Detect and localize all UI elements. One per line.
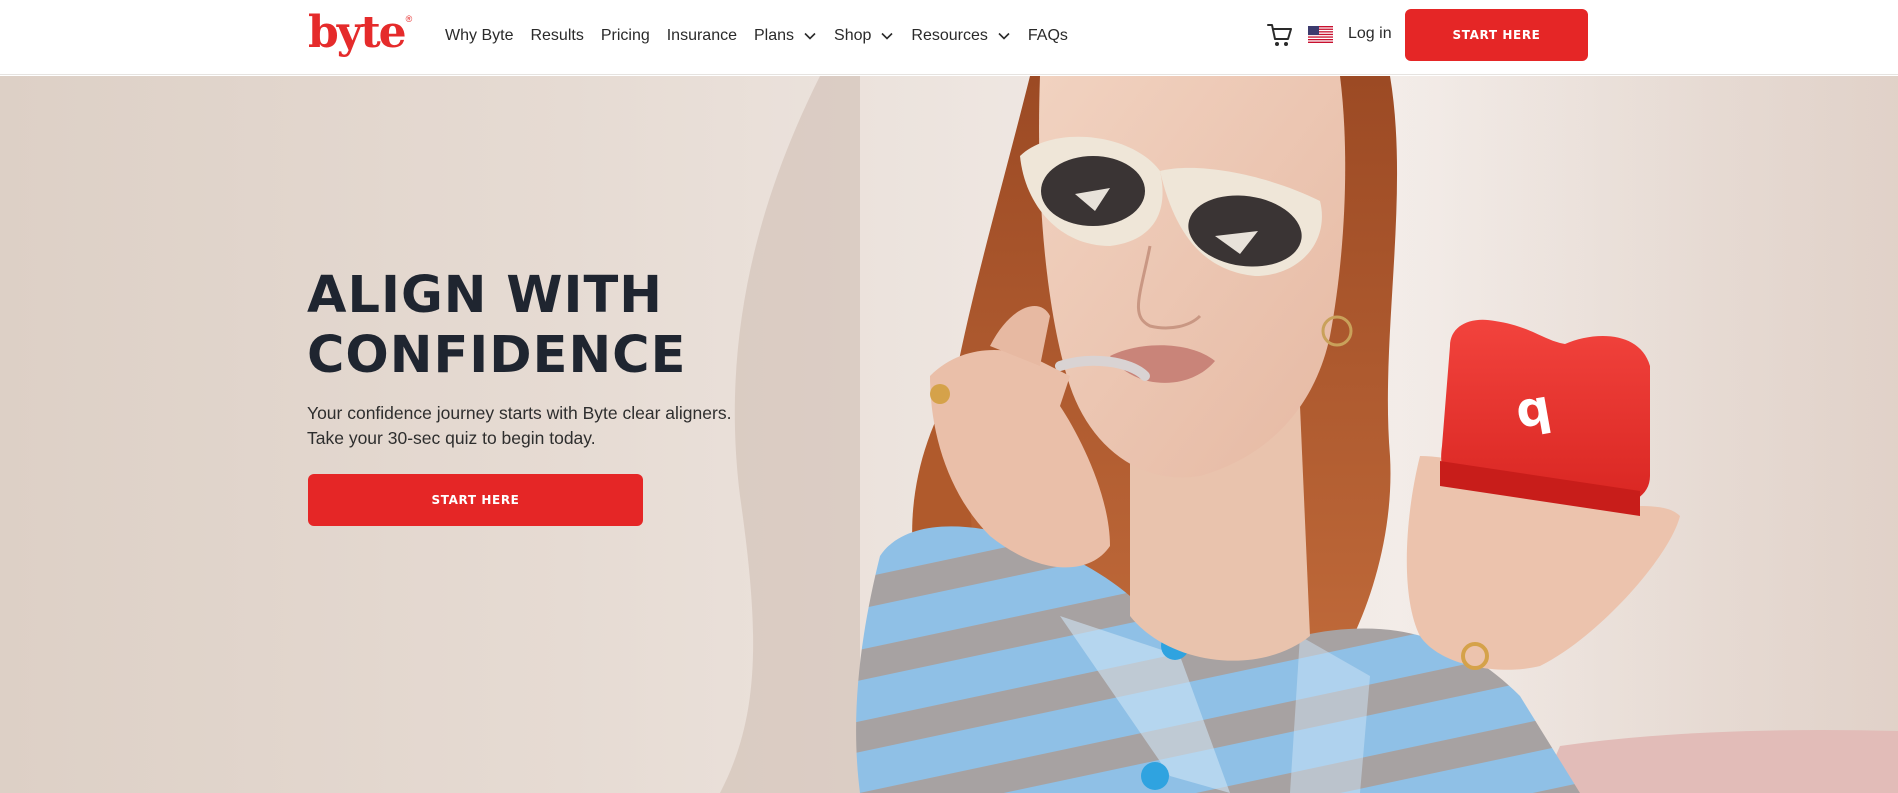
nav-item-label: Why Byte: [445, 27, 514, 44]
logo-text: byte: [308, 7, 407, 58]
hero-title-line-1: ALIGN WITH: [307, 266, 663, 325]
chevron-down-icon: [881, 32, 893, 40]
hero-photo: b: [720, 76, 1898, 793]
hero-subtitle-line-1: Your confidence journey starts with Byte…: [307, 403, 732, 423]
nav-item-results[interactable]: Results: [530, 27, 583, 45]
start-here-button[interactable]: START HERE: [1405, 9, 1588, 61]
hero-title: ALIGN WITH CONFIDENCE: [307, 266, 686, 386]
nav-item-label: Results: [530, 27, 584, 44]
hero-section: b ALIGN WITH CONFIDENCE Your confidence …: [0, 76, 1898, 793]
chevron-down-icon: [998, 32, 1010, 40]
site-header: byte ® Why Byte Results Pricing Insuranc…: [0, 0, 1898, 75]
nav-item-label: Resources: [911, 27, 988, 44]
nav-item-label: FAQs: [1027, 27, 1068, 44]
cart-icon[interactable]: [1266, 22, 1294, 48]
hero-subtitle-line-2: Take your 30-sec quiz to begin today.: [307, 428, 596, 448]
hero-subtitle: Your confidence journey starts with Byte…: [307, 401, 731, 451]
registered-mark: ®: [405, 14, 413, 24]
hero-start-here-button[interactable]: START HERE: [308, 474, 643, 526]
nav-item-label: Insurance: [666, 27, 737, 44]
hero-title-line-2: CONFIDENCE: [307, 326, 687, 385]
byte-logo[interactable]: byte ®: [308, 8, 412, 60]
nav-item-pricing[interactable]: Pricing: [601, 27, 650, 45]
chevron-down-icon: [804, 32, 816, 40]
nav-item-label: Pricing: [600, 27, 650, 44]
nav-item-resources[interactable]: Resources: [911, 27, 1010, 45]
nav-item-shop[interactable]: Shop: [834, 27, 894, 45]
log-in-link[interactable]: Log in: [1348, 25, 1392, 43]
nav-item-label: Plans: [754, 27, 795, 44]
nav-item-faqs[interactable]: FAQs: [1028, 27, 1068, 45]
us-flag-icon[interactable]: [1308, 26, 1333, 43]
main-nav: Why Byte Results Pricing Insurance Plans…: [445, 0, 1085, 72]
nav-item-label: Shop: [834, 27, 872, 44]
nav-item-why-byte[interactable]: Why Byte: [445, 27, 513, 45]
nav-item-plans[interactable]: Plans: [754, 27, 817, 45]
nav-item-insurance[interactable]: Insurance: [667, 27, 737, 45]
